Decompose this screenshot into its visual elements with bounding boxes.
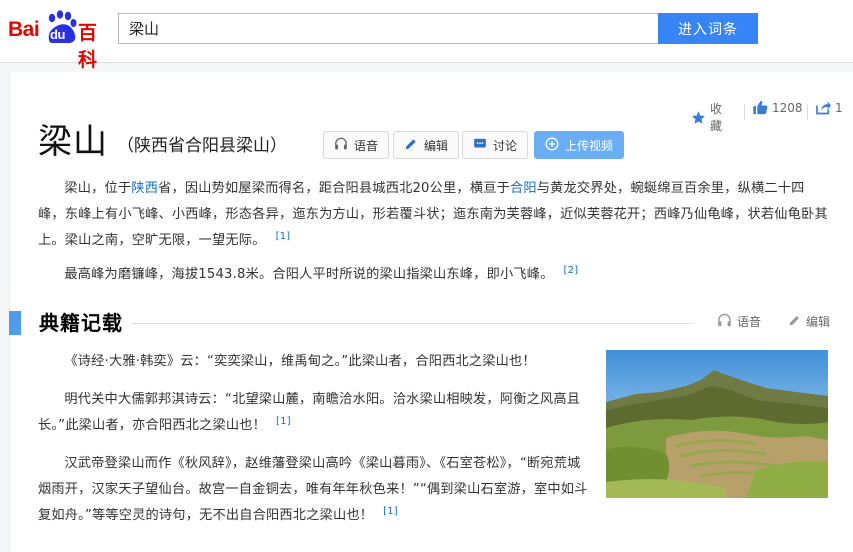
upload-video-label: 上传视频	[565, 138, 614, 153]
link-shaanxi[interactable]: 陕西	[131, 181, 158, 196]
collect-button[interactable]: 收藏	[691, 100, 722, 134]
intro-text: 梁山，位于	[64, 181, 132, 196]
pencil-icon	[788, 314, 801, 330]
section-paragraph: 《诗经·大雅·韩奕》云：“奕奕梁山，维禹甸之。”此梁山者，合阳西北之梁山也！	[38, 349, 590, 375]
intro-text: 省，因山势如屋梁而得名，距合阳县城西北20公里，横亘于	[158, 181, 510, 196]
reference-link[interactable]: [1]	[383, 506, 398, 517]
liangshan-mountain-photo[interactable]	[606, 350, 828, 498]
voice-button[interactable]: 语音	[323, 131, 390, 159]
section-text: 明代关中大儒郭邦淇诗云：“北望梁山麓，南瞻洽水阳。洽水梁山相映发，阿衡之风高且长…	[38, 392, 581, 433]
logo-baike-text: 百科	[78, 22, 98, 71]
upload-video-button[interactable]: 上传视频	[534, 131, 625, 159]
action-divider	[744, 104, 745, 120]
share-button[interactable]: 1	[815, 100, 843, 115]
logo-bai-text: Bai	[8, 18, 40, 41]
chat-bubble-icon	[473, 137, 487, 154]
edit-label: 编辑	[424, 138, 449, 153]
intro-paragraph: 最高峰为磨镰峰，海拔1543.8米。合阳人平时所说的梁山指梁山东峰，即小飞峰。 […	[38, 262, 828, 288]
section-voice-button[interactable]: 语音	[717, 313, 761, 330]
link-heyang[interactable]: 合阳	[510, 181, 537, 196]
reference-link[interactable]: [1]	[276, 416, 291, 427]
section-text: 《诗经·大雅·韩奕》云：“奕奕梁山，维禹甸之。”此梁山者，合阳西北之梁山也！	[64, 354, 536, 369]
search-input[interactable]	[118, 13, 658, 44]
like-count: 1208	[772, 100, 803, 115]
star-icon	[691, 110, 706, 125]
section-edit-label: 编辑	[806, 315, 831, 329]
section-title: 典籍记载	[39, 311, 123, 335]
discuss-label: 讨论	[493, 138, 518, 153]
action-divider	[807, 104, 808, 120]
reference-link[interactable]: [1]	[276, 231, 291, 242]
like-button[interactable]: 1208	[752, 100, 803, 115]
section-paragraph: 汉武帝登梁山而作《秋风辞》，赵维藩登梁山高吟《梁山暮雨》、《石室苍松》，“断宛荒…	[38, 451, 590, 529]
reference-link[interactable]: [2]	[564, 265, 579, 276]
section-voice-label: 语音	[737, 315, 762, 329]
edit-button[interactable]: 编辑	[393, 131, 460, 159]
top-header: Bai du 百科 进入词条	[0, 0, 853, 71]
page-title: 梁山	[38, 122, 108, 162]
section-marker	[9, 311, 21, 335]
collect-label: 收藏	[710, 102, 723, 133]
section-paragraph: 明代关中大儒郭邦淇诗云：“北望梁山麓，南瞻洽水阳。洽水梁山相映发，阿衡之风高且长…	[38, 387, 590, 439]
thumbs-up-icon	[752, 100, 768, 115]
headphones-icon	[717, 313, 732, 330]
plus-circle-icon	[545, 137, 559, 154]
intro-text: 最高峰为磨镰峰，海拔1543.8米。合阳人平时所说的梁山指梁山东峰，即小飞峰。	[64, 267, 554, 282]
discuss-button[interactable]: 讨论	[462, 131, 529, 159]
share-icon	[815, 100, 831, 115]
intro-paragraph: 梁山，位于陕西省，因山势如屋梁而得名，距合阳县城西北20公里，横亘于合阳与黄龙交…	[38, 176, 828, 254]
section-divider	[132, 323, 693, 324]
logo-du-text: du	[50, 27, 65, 42]
voice-label: 语音	[354, 138, 379, 153]
baidu-baike-logo[interactable]: Bai du 百科	[8, 10, 112, 71]
page-subtitle: （陕西省合阳县梁山）	[117, 136, 287, 156]
section-text: 汉武帝登梁山而作《秋风辞》，赵维藩登梁山高吟《梁山暮雨》、《石室苍松》，“断宛荒…	[38, 456, 588, 523]
share-count: 1	[835, 100, 843, 115]
pencil-icon	[404, 137, 418, 154]
section-edit-button[interactable]: 编辑	[788, 313, 830, 330]
enter-entry-button[interactable]: 进入词条	[658, 13, 758, 44]
headphones-icon	[334, 137, 348, 153]
